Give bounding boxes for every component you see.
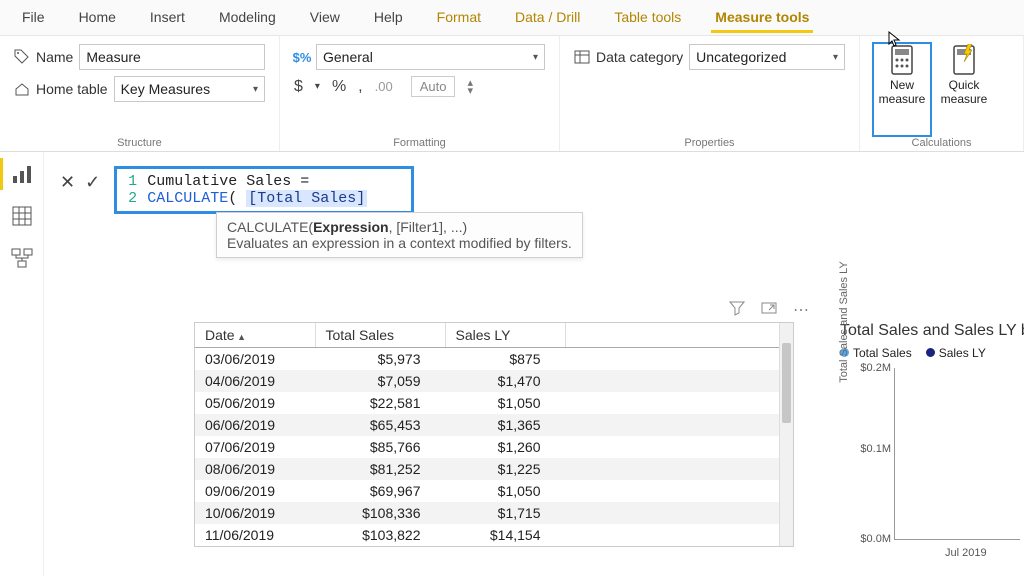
group-label-formatting: Formatting (294, 135, 545, 149)
group-label-calculations: Calculations (874, 135, 1009, 149)
home-table-dropdown[interactable]: Key Measures▾ (114, 76, 265, 102)
col-sales-ly[interactable]: Sales LY (445, 323, 565, 348)
intellisense-tooltip: CALCULATE(Expression, [Filter1], ...) Ev… (216, 212, 583, 258)
home-table-label: Home table (36, 81, 108, 97)
table-header-row: Date Total Sales Sales LY (195, 323, 793, 348)
ribbon: Name Measure Home table Key Measures▾ St… (0, 36, 1024, 152)
formula-measure-ref: [Total Sales] (246, 190, 367, 207)
ribbon-group-properties: Data category Uncategorized▾ Properties (560, 36, 860, 151)
visual-header: ⋯ (194, 300, 809, 321)
data-category-label: Data category (596, 49, 683, 65)
menubar: File Home Insert Modeling View Help Form… (0, 0, 1024, 36)
percent-button[interactable]: % (332, 78, 346, 96)
tab-table-tools[interactable]: Table tools (600, 3, 695, 33)
table-row[interactable]: 03/06/2019$5,973$875 (195, 348, 793, 371)
table-row[interactable]: 04/06/2019$7,059$1,470 (195, 370, 793, 392)
tag-icon (14, 49, 30, 65)
table-row[interactable]: 10/06/2019$108,336$1,715 (195, 502, 793, 524)
tab-view[interactable]: View (296, 3, 354, 33)
decimal-auto[interactable]: Auto (411, 76, 456, 97)
tab-file[interactable]: File (8, 3, 59, 33)
chevron-down-icon: ▾ (833, 52, 838, 63)
canvas: ✕ ✓ 1Cumulative Sales = 2CALCULATE( [Tot… (44, 152, 1024, 576)
chart-visual[interactable]: Total Sales and Sales LY b Total Sales S… (840, 322, 1024, 576)
more-options-icon[interactable]: ⋯ (793, 300, 809, 321)
thousand-sep-button[interactable]: , (358, 78, 362, 96)
home-icon (14, 81, 30, 97)
col-total-sales[interactable]: Total Sales (315, 323, 445, 348)
group-label-structure: Structure (14, 135, 265, 149)
focus-mode-icon[interactable] (761, 300, 777, 321)
currency-button[interactable]: $ (294, 78, 303, 96)
table-visual[interactable]: Date Total Sales Sales LY 03/06/2019$5,9… (194, 322, 794, 547)
chart-legend: Total Sales Sales LY (840, 346, 1024, 360)
tab-help[interactable]: Help (360, 3, 417, 33)
tab-data-drill[interactable]: Data / Drill (501, 3, 594, 33)
commit-formula-button[interactable]: ✓ (85, 172, 100, 193)
model-view-icon[interactable] (10, 246, 34, 270)
chart-title: Total Sales and Sales LY b (840, 322, 1024, 340)
table-row[interactable]: 11/06/2019$103,822$14,154 (195, 524, 793, 546)
ribbon-group-calculations: New measure Quick measure Calculations (860, 36, 1024, 151)
legend-dot-b (926, 348, 935, 357)
format-dropdown[interactable]: General▾ (316, 44, 545, 70)
chart-plot: $0.2M $0.1M $0.0M Jul 2019 (894, 368, 1020, 540)
quick-measure-button[interactable]: Quick measure (936, 44, 992, 135)
report-view-icon[interactable] (10, 162, 34, 186)
table-row[interactable]: 05/06/2019$22,581$1,050 (195, 392, 793, 414)
format-icon: $% (294, 49, 310, 65)
ribbon-group-structure: Name Measure Home table Key Measures▾ St… (0, 36, 280, 151)
tab-measure-tools[interactable]: Measure tools (701, 3, 823, 33)
new-measure-button[interactable]: New measure (874, 44, 930, 135)
cancel-formula-button[interactable]: ✕ (60, 172, 75, 193)
table-row[interactable]: 09/06/2019$69,967$1,050 (195, 480, 793, 502)
tab-format[interactable]: Format (423, 3, 495, 33)
chevron-down-icon: ▾ (533, 52, 538, 63)
decimal-button[interactable]: .00 (375, 79, 393, 94)
stepper-icon[interactable]: ▴▾ (467, 79, 473, 95)
category-icon (574, 49, 590, 65)
view-rail (0, 152, 44, 576)
chevron-down-icon: ▾ (253, 84, 258, 95)
tab-insert[interactable]: Insert (136, 3, 199, 33)
ribbon-group-formatting: $% General▾ $ ▾ % , .00 Auto ▴▾ Formatti… (280, 36, 560, 151)
table-row[interactable]: 08/06/2019$81,252$1,225 (195, 458, 793, 480)
cursor-icon (887, 30, 905, 51)
x-tick-label: Jul 2019 (945, 547, 987, 559)
tab-home[interactable]: Home (65, 3, 130, 33)
formula-keyword: CALCULATE (147, 190, 228, 207)
filter-icon[interactable] (729, 300, 745, 321)
group-label-properties: Properties (574, 135, 845, 149)
quick-calculator-icon (948, 44, 980, 76)
quick-measure-label: Quick measure (936, 78, 992, 106)
scrollbar-thumb[interactable] (782, 343, 791, 423)
name-input[interactable]: Measure (79, 44, 265, 70)
tab-modeling[interactable]: Modeling (205, 3, 290, 33)
data-view-icon[interactable] (10, 204, 34, 228)
name-label: Name (36, 49, 73, 65)
new-measure-label: New measure (874, 78, 930, 106)
formula-line-1: Cumulative Sales = (147, 173, 309, 190)
table-row[interactable]: 07/06/2019$85,766$1,260 (195, 436, 793, 458)
currency-caret[interactable]: ▾ (315, 81, 320, 92)
formula-bar[interactable]: 1Cumulative Sales = 2CALCULATE( [Total S… (114, 166, 414, 214)
scrollbar[interactable] (779, 323, 793, 546)
data-category-dropdown[interactable]: Uncategorized▾ (689, 44, 845, 70)
table-row[interactable]: 06/06/2019$65,453$1,365 (195, 414, 793, 436)
col-date[interactable]: Date (195, 323, 315, 348)
